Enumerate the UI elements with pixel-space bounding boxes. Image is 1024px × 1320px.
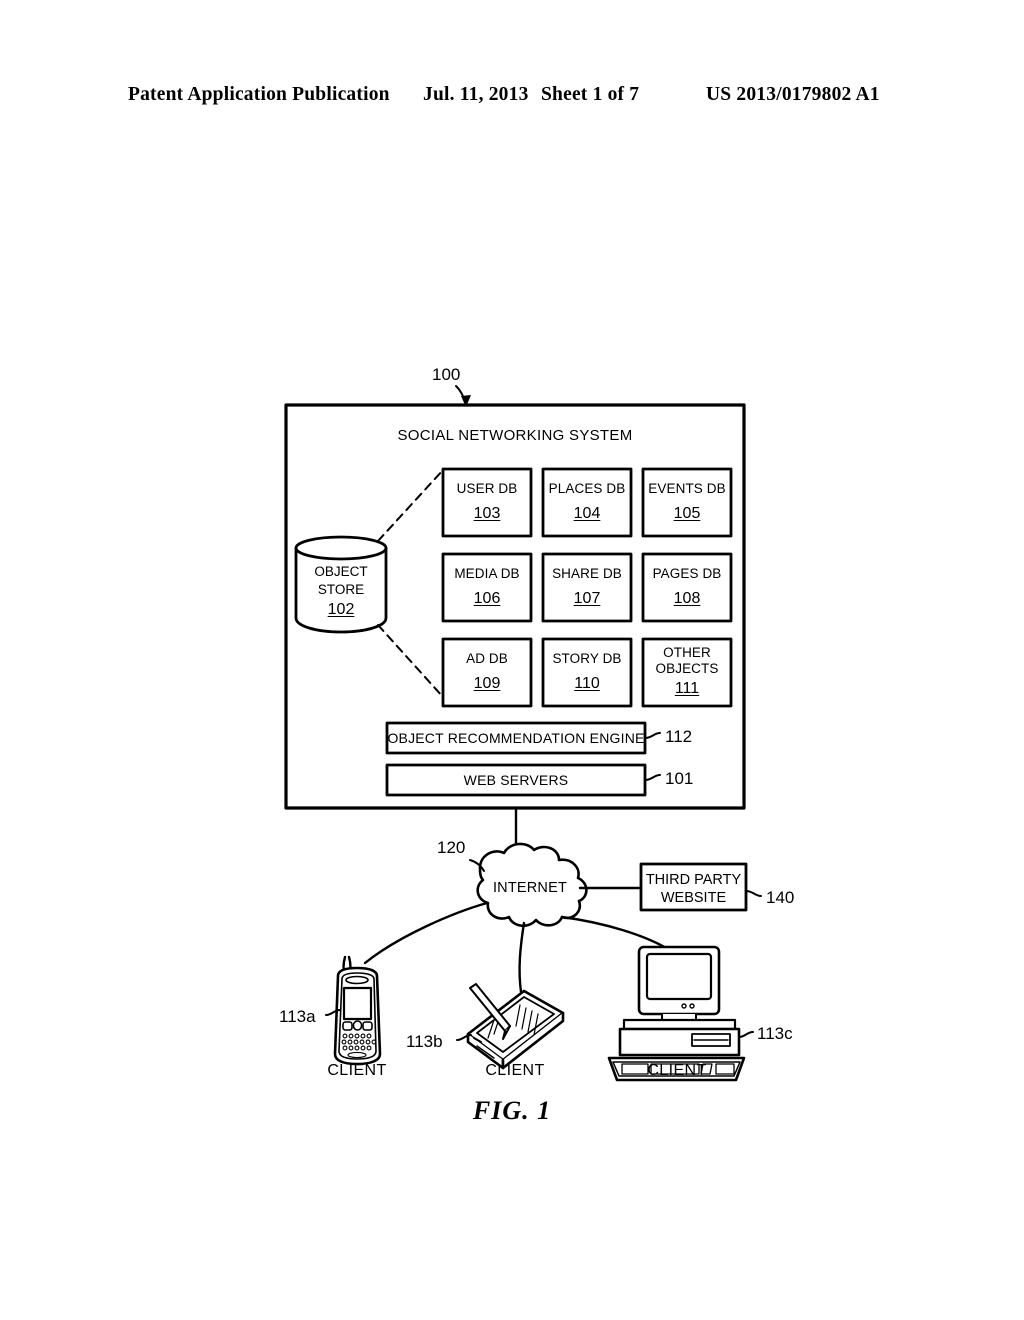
ref-113c-label: 113c <box>757 1024 793 1043</box>
db-box-events <box>641 467 733 538</box>
db-box-media <box>441 552 533 623</box>
client-label-b: CLIENT <box>485 1062 545 1079</box>
db-label-events: EVENTS DB <box>648 481 726 496</box>
client-device-tablet <box>466 983 565 1070</box>
ref-113c-leader <box>738 1031 754 1038</box>
db-ref-events: 105 <box>673 505 701 522</box>
db-ref-story: 110 <box>574 675 600 692</box>
ref-113b-label: 113b <box>406 1032 443 1051</box>
ref-140-leader <box>745 890 762 897</box>
third-party-website-line2: WEBSITE <box>660 890 727 906</box>
object-store-line2: STORE <box>317 582 365 597</box>
third-party-website-line1: THIRD PARTY <box>645 872 742 888</box>
db-label-media: MEDIA DB <box>454 566 520 581</box>
ref-112-label: 112 <box>665 727 693 746</box>
client-device-desktop <box>607 945 746 1082</box>
db-ref-ad: 109 <box>473 675 501 692</box>
ref-140-label: 140 <box>766 888 795 907</box>
client-label-c: CLIENT <box>647 1062 707 1079</box>
db-ref-media: 106 <box>473 590 501 607</box>
other-objects-line1: OTHER <box>663 645 711 660</box>
other-objects-ref: 111 <box>674 680 700 697</box>
other-objects-line2: OBJECTS <box>655 661 719 676</box>
db-box-pages <box>641 552 733 623</box>
db-label-pages: PAGES DB <box>652 566 722 581</box>
db-ref-places: 104 <box>573 505 601 522</box>
ref-100-label: 100 <box>432 365 461 384</box>
db-label-user: USER DB <box>456 481 518 496</box>
internet-to-client-a-curve <box>363 901 489 965</box>
db-box-places <box>541 467 633 538</box>
system-title-label: SOCIAL NETWORKING SYSTEM <box>397 427 633 444</box>
client-device-smartphone <box>333 955 382 1066</box>
db-box-share <box>541 552 633 623</box>
client-label-a: CLIENT <box>327 1062 387 1079</box>
db-box-user <box>441 467 533 538</box>
web-servers-label: WEB SERVERS <box>463 772 569 788</box>
object-store-ref: 102 <box>327 601 355 618</box>
db-box-ad <box>441 637 533 708</box>
db-ref-user: 103 <box>473 505 501 522</box>
ref-101-label: 101 <box>665 769 694 788</box>
object-recommendation-engine-label: OBJECT RECOMMENDATION ENGINE <box>387 730 645 746</box>
db-label-places: PLACES DB <box>548 481 626 496</box>
db-ref-pages: 108 <box>673 590 701 607</box>
internet-label: INTERNET <box>492 880 568 896</box>
figure-caption: FIG. 1 <box>472 1096 552 1125</box>
ref-120-label: 120 <box>437 838 466 857</box>
ref-113a-label: 113a <box>279 1007 316 1026</box>
object-store-line1: OBJECT <box>314 564 368 579</box>
db-ref-share: 107 <box>573 590 601 607</box>
db-label-ad: AD DB <box>466 651 508 666</box>
internet-to-client-b-curve <box>518 921 526 994</box>
db-label-story: STORY DB <box>552 651 622 666</box>
db-box-story <box>541 637 633 708</box>
db-label-share: SHARE DB <box>552 566 622 581</box>
